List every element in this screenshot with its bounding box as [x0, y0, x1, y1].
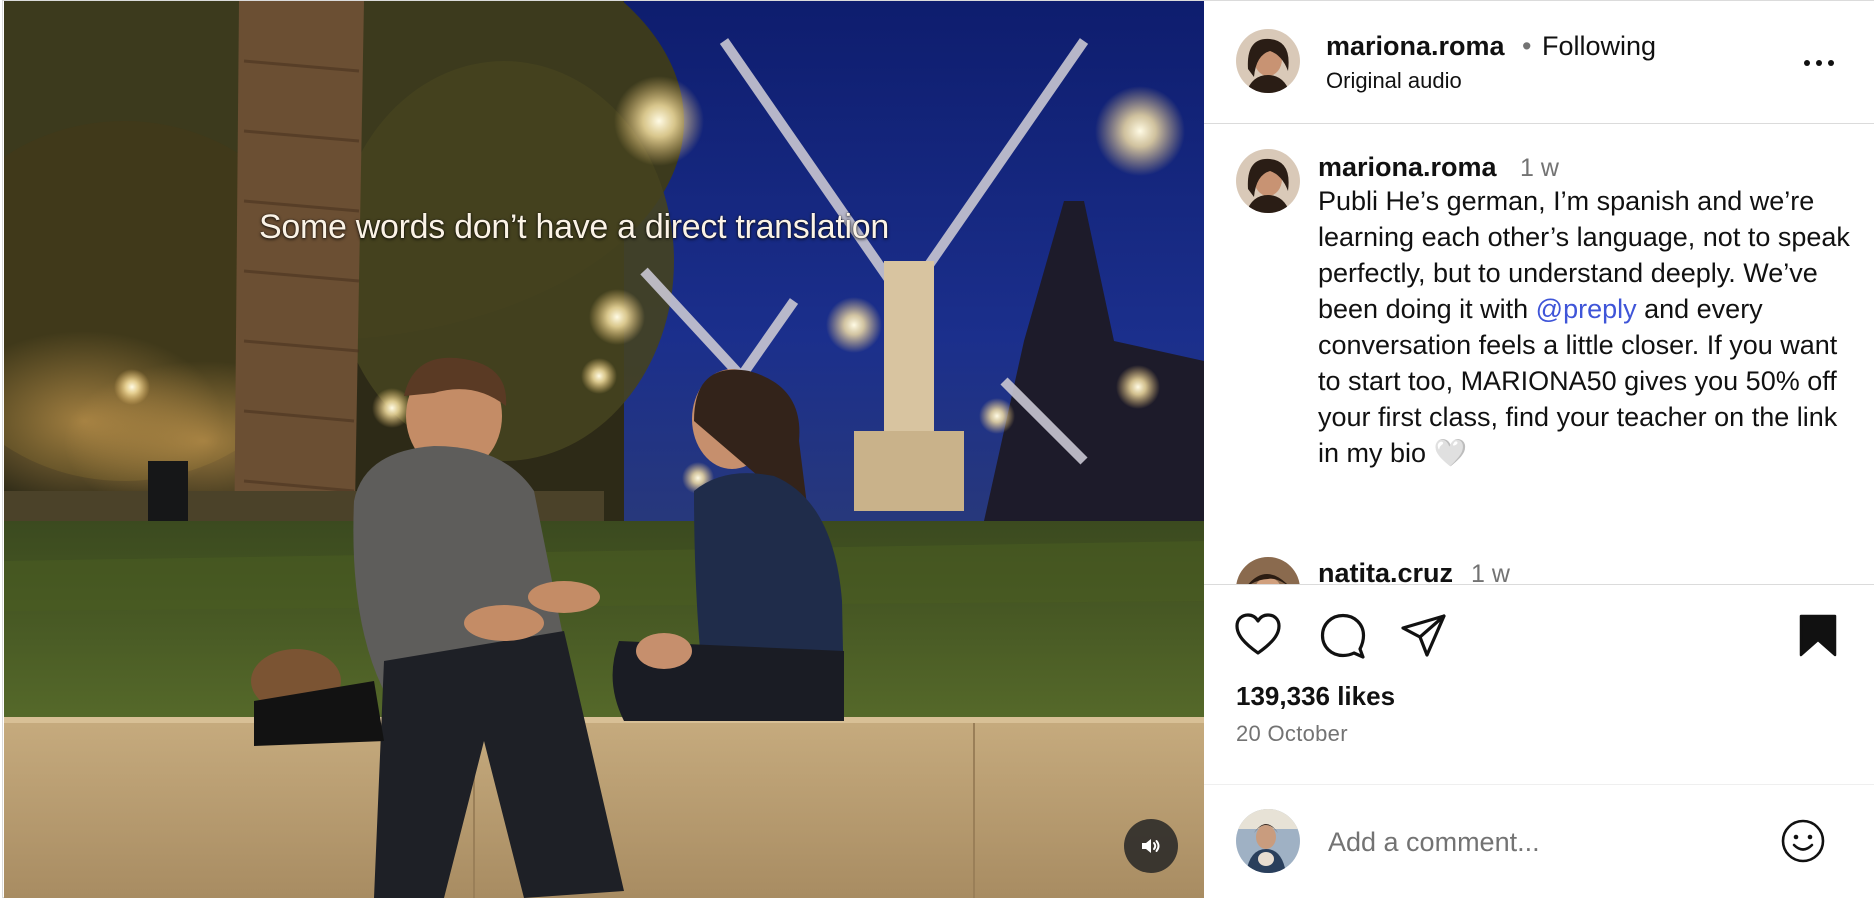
post-dialog: Some words don’t have a direct translati…: [2, 0, 1874, 898]
share-button[interactable]: [1400, 613, 1448, 664]
comments-list[interactable]: mariona.roma 1 w Publi He’s german, I’m …: [1204, 125, 1874, 584]
comment-input[interactable]: [1326, 821, 1750, 863]
comment-timestamp: 1 w: [1471, 560, 1510, 584]
caption-timestamp: 1 w: [1520, 154, 1559, 182]
speaker-icon: [1142, 839, 1160, 853]
save-button[interactable]: [1798, 613, 1838, 662]
reel-video[interactable]: Some words don’t have a direct translati…: [4, 1, 1204, 898]
audio-label[interactable]: Original audio: [1326, 68, 1462, 94]
ellipsis-icon: [1804, 60, 1834, 66]
post-actions: 139,336 likes 20 October: [1204, 584, 1874, 784]
likes-count[interactable]: 139,336 likes: [1236, 681, 1395, 712]
share-icon: [1401, 614, 1446, 657]
caption-author-avatar[interactable]: [1236, 149, 1300, 213]
add-comment-bar: [1204, 784, 1874, 898]
comment-icon: [1320, 613, 1366, 659]
more-options-button[interactable]: [1799, 45, 1839, 75]
commenter-avatar[interactable]: [1236, 557, 1300, 584]
post-side-panel: mariona.roma • Following Original audio: [1204, 1, 1874, 898]
bookmark-icon: [1799, 614, 1837, 657]
mention-link[interactable]: @preply: [1536, 294, 1637, 324]
heart-icon: [1235, 613, 1281, 655]
emoji-picker-button[interactable]: [1780, 818, 1826, 864]
post-date[interactable]: 20 October: [1236, 721, 1348, 747]
author-username[interactable]: mariona.roma: [1326, 31, 1505, 62]
video-caption-overlay: Some words don’t have a direct translati…: [259, 208, 889, 246]
comment-username[interactable]: natita.cruz: [1318, 558, 1453, 584]
smiley-icon: [1781, 819, 1825, 863]
separator-dot: •: [1522, 31, 1532, 61]
post-header: mariona.roma • Following Original audio: [1204, 1, 1874, 124]
caption-text: Publi He’s german, I’m spanish and we’re…: [1318, 183, 1863, 471]
author-avatar[interactable]: [1236, 29, 1300, 93]
like-button[interactable]: [1234, 613, 1282, 662]
current-user-avatar[interactable]: [1236, 809, 1300, 873]
following-button[interactable]: Following: [1542, 31, 1656, 62]
video-frame-illustration: [4, 1, 1204, 898]
comment-button[interactable]: [1319, 613, 1367, 664]
mute-toggle-button[interactable]: [1124, 819, 1178, 873]
caption-username[interactable]: mariona.roma: [1318, 152, 1497, 183]
